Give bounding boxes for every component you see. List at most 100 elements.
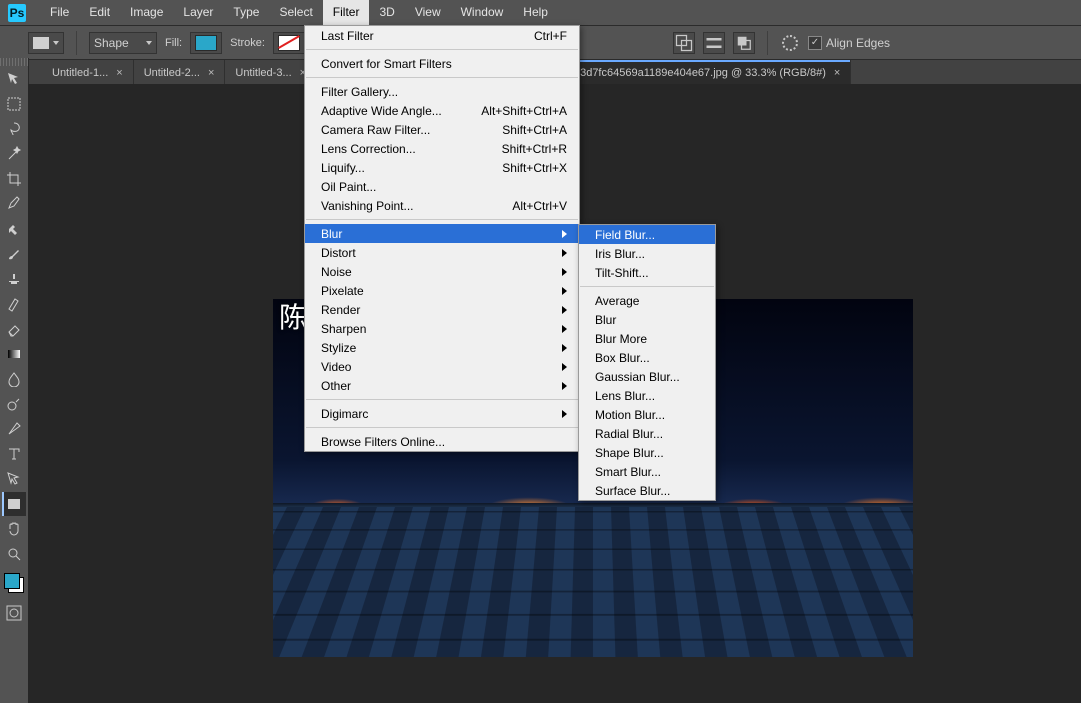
tools-grip[interactable] — [0, 58, 28, 66]
menu-shortcut: Ctrl+F — [510, 29, 567, 43]
document-tab[interactable]: Untitled-1... × — [42, 60, 134, 86]
close-icon[interactable]: × — [208, 67, 214, 79]
menu-item-render[interactable]: Render — [305, 300, 579, 319]
menu-help[interactable]: Help — [513, 0, 558, 25]
menu-item-field-blur[interactable]: Field Blur... — [579, 225, 715, 244]
marquee-tool[interactable] — [2, 92, 26, 116]
path-tool[interactable] — [2, 467, 26, 491]
gradient-tool[interactable] — [2, 342, 26, 366]
menu-item-tilt-shift[interactable]: Tilt-Shift... — [579, 263, 715, 282]
menu-item-digimarc[interactable]: Digimarc — [305, 404, 579, 423]
tab-label: Untitled-1... — [52, 67, 108, 79]
menu-item-label: Distort — [321, 246, 356, 260]
menu-item-label: Blur — [321, 227, 342, 241]
menu-item-surface-blur[interactable]: Surface Blur... — [579, 481, 715, 500]
menu-layer[interactable]: Layer — [173, 0, 223, 25]
menu-shortcut: Alt+Ctrl+V — [488, 199, 567, 213]
menu-item-stylize[interactable]: Stylize — [305, 338, 579, 357]
fg-bg-swatches[interactable] — [2, 571, 26, 595]
menu-item-label: Convert for Smart Filters — [321, 57, 452, 71]
menu-item-liquify[interactable]: Liquify...Shift+Ctrl+X — [305, 158, 579, 177]
menu-select[interactable]: Select — [269, 0, 322, 25]
menu-item-noise[interactable]: Noise — [305, 262, 579, 281]
document-tab[interactable]: Untitled-2...× — [134, 60, 226, 86]
menu-item-blur-more[interactable]: Blur More — [579, 329, 715, 348]
close-icon[interactable]: × — [116, 67, 122, 79]
menu-item-last-filter[interactable]: Last FilterCtrl+F — [305, 26, 579, 45]
menu-edit[interactable]: Edit — [79, 0, 120, 25]
menu-item-blur[interactable]: Blur — [305, 224, 579, 243]
wand-tool[interactable] — [2, 142, 26, 166]
align-edges-label: Align Edges — [826, 36, 890, 50]
eyedropper-tool[interactable] — [2, 192, 26, 216]
menu-item-video[interactable]: Video — [305, 357, 579, 376]
menu-item-gaussian-blur[interactable]: Gaussian Blur... — [579, 367, 715, 386]
menu-item-other[interactable]: Other — [305, 376, 579, 395]
menu-item-sharpen[interactable]: Sharpen — [305, 319, 579, 338]
menu-item-blur[interactable]: Blur — [579, 310, 715, 329]
path-arrange-icon[interactable] — [733, 32, 755, 54]
rectangle-tool[interactable] — [2, 492, 26, 516]
move-tool[interactable] — [2, 67, 26, 91]
menu-item-radial-blur[interactable]: Radial Blur... — [579, 424, 715, 443]
menu-3d[interactable]: 3D — [369, 0, 404, 25]
eraser-tool[interactable] — [2, 317, 26, 341]
brush-tool[interactable] — [2, 242, 26, 266]
tool-preset-dd[interactable] — [28, 32, 64, 54]
menu-item-lens-correction[interactable]: Lens Correction...Shift+Ctrl+R — [305, 139, 579, 158]
stamp-tool[interactable] — [2, 267, 26, 291]
submenu-arrow-icon — [538, 379, 567, 393]
stroke-swatch[interactable] — [273, 32, 305, 54]
menu-item-label: Sharpen — [321, 322, 366, 336]
menu-image[interactable]: Image — [120, 0, 173, 25]
lasso-tool[interactable] — [2, 117, 26, 141]
align-edges-checkbox[interactable]: ✓Align Edges — [808, 36, 890, 50]
dodge-tool[interactable] — [2, 392, 26, 416]
menu-item-average[interactable]: Average — [579, 291, 715, 310]
menu-item-browse-filters-online[interactable]: Browse Filters Online... — [305, 432, 579, 451]
menu-item-motion-blur[interactable]: Motion Blur... — [579, 405, 715, 424]
menu-item-distort[interactable]: Distort — [305, 243, 579, 262]
menu-item-pixelate[interactable]: Pixelate — [305, 281, 579, 300]
menu-item-label: Shape Blur... — [595, 446, 664, 460]
menu-type[interactable]: Type — [223, 0, 269, 25]
menu-item-oil-paint[interactable]: Oil Paint... — [305, 177, 579, 196]
menu-item-label: Lens Correction... — [321, 142, 416, 156]
hand-tool[interactable] — [2, 517, 26, 541]
menu-item-vanishing-point[interactable]: Vanishing Point...Alt+Ctrl+V — [305, 196, 579, 215]
menu-item-camera-raw-filter[interactable]: Camera Raw Filter...Shift+Ctrl+A — [305, 120, 579, 139]
menu-item-smart-blur[interactable]: Smart Blur... — [579, 462, 715, 481]
path-ops-icon[interactable] — [673, 32, 695, 54]
menu-item-adaptive-wide-angle[interactable]: Adaptive Wide Angle...Alt+Shift+Ctrl+A — [305, 101, 579, 120]
menu-separator — [306, 219, 578, 220]
menu-item-convert-for-smart-filters[interactable]: Convert for Smart Filters — [305, 54, 579, 73]
shape-mode-dd[interactable]: Shape — [89, 32, 157, 54]
gear-icon[interactable] — [780, 33, 800, 53]
menu-item-box-blur[interactable]: Box Blur... — [579, 348, 715, 367]
path-align-icon[interactable] — [703, 32, 725, 54]
heal-tool[interactable] — [2, 217, 26, 241]
menu-filter[interactable]: Filter — [323, 0, 370, 25]
submenu-arrow-icon — [538, 284, 567, 298]
menu-shortcut: Shift+Ctrl+X — [478, 161, 567, 175]
type-tool[interactable] — [2, 442, 26, 466]
history-tool[interactable] — [2, 292, 26, 316]
tab-label: Untitled-3... — [235, 67, 291, 79]
blur-tool[interactable] — [2, 367, 26, 391]
close-icon[interactable]: × — [834, 67, 840, 79]
menu-view[interactable]: View — [405, 0, 451, 25]
fill-swatch[interactable] — [190, 32, 222, 54]
crop-tool[interactable] — [2, 167, 26, 191]
menu-item-filter-gallery[interactable]: Filter Gallery... — [305, 82, 579, 101]
pen-tool[interactable] — [2, 417, 26, 441]
menu-item-shape-blur[interactable]: Shape Blur... — [579, 443, 715, 462]
zoom-tool[interactable] — [2, 542, 26, 566]
menu-item-iris-blur[interactable]: Iris Blur... — [579, 244, 715, 263]
menu-file[interactable]: File — [40, 0, 79, 25]
menu-window[interactable]: Window — [451, 0, 514, 25]
menu-shortcut: Shift+Ctrl+A — [478, 123, 567, 137]
submenu-arrow-icon — [538, 360, 567, 374]
quickmask-icon[interactable] — [2, 601, 26, 625]
menu-item-lens-blur[interactable]: Lens Blur... — [579, 386, 715, 405]
fill-label: Fill: — [165, 37, 182, 49]
